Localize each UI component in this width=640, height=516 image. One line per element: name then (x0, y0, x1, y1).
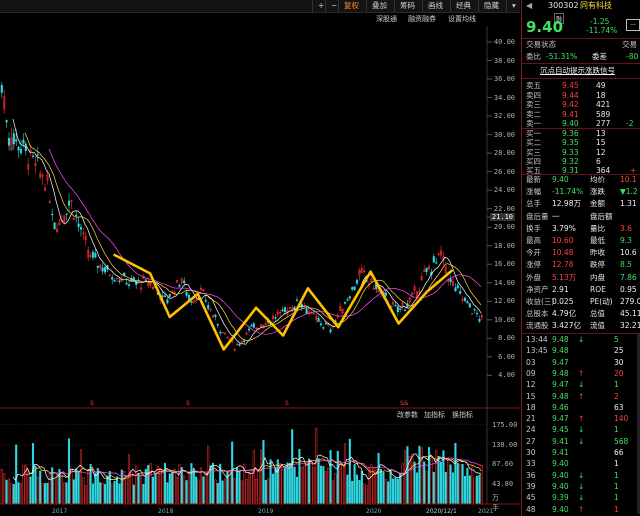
stat-row: 最新 9.40 均价 10.1 (526, 175, 637, 184)
stat-row: 今开 10.48 昨收 10.6 (526, 248, 637, 258)
tick-row: 12 9.47 ↓ 1 (526, 380, 619, 390)
tick-row: 21 9.47 ↑ 140 (526, 414, 629, 424)
tick-row: 48 9.40 ↑ 1 (526, 504, 619, 514)
y-tick-label: 40.00 (493, 38, 515, 46)
x-tick-label: 2017 (52, 508, 68, 515)
stat-row: 流通股 3.427亿 流值 32.21 (526, 321, 640, 331)
volume-tick-label: 175.00 (492, 420, 518, 429)
y-tick-label: 6.00 (498, 352, 515, 361)
signal-mark: S (90, 400, 94, 407)
x-tick-label: 2020 (366, 508, 382, 515)
x-tick-label: 2021 (478, 508, 494, 515)
stock-name: 同有科技 (580, 1, 612, 10)
latest-price: 9.40 (526, 18, 564, 36)
y-tick-label: 26.00 (493, 167, 515, 176)
tick-row: 33 9.40 1 (526, 459, 619, 469)
tick-row: 39 9.40 ↓ 1 (526, 481, 619, 491)
price-axis: 40.00 38.00 36.00 34.00 32.00 30.00 28.00 26.00… (0, 0, 520, 516)
stock-header: ◀ 300302 同有科技 (522, 0, 640, 12)
y-tick-label: 18.00 (493, 241, 515, 250)
add-indicator-button[interactable]: 加指标 (424, 410, 445, 420)
stat-row: 最高 10.60 最低 9.3 (526, 236, 632, 245)
y-tick-label: 8.00 (498, 334, 515, 343)
x-tick-label: 2019 (258, 508, 274, 515)
edit-params-button[interactable]: 改参数 (397, 410, 418, 420)
price-change-pct: -11.74% (586, 26, 618, 35)
stat-row: 涨幅 -11.74% 涨跌 ▼1.2 (526, 187, 638, 197)
tick-row: 03 9.47 30 (526, 357, 624, 367)
stat-row: 总股本 4.79亿 总值 45.11 (526, 309, 640, 319)
volume-tick-label: 87.60 (492, 460, 514, 469)
tick-row: 13:44 9.48 ↓ 5 (526, 335, 619, 344)
signal-mark: S (186, 400, 190, 407)
tick-row: 30 9.41 66 (526, 448, 624, 457)
order-ratio-row: 委比 -51.31% 委差 -80 (526, 52, 639, 61)
stock-code: 300302 (548, 1, 579, 10)
switch-indicator-button[interactable]: 换指标 (452, 410, 473, 420)
signal-mark: S& (400, 400, 409, 407)
y-tick-label: 12.00 (493, 297, 515, 306)
y-tick-label: 10.00 (493, 315, 515, 324)
tick-row: 09 9.48 ↑ 20 (526, 368, 624, 378)
stat-row: 盘后量一盘后额 (526, 211, 613, 221)
y-tick-label: 21.10 (489, 213, 515, 221)
y-tick-label: 20.00 (493, 223, 515, 232)
y-tick-label: 38.00 (493, 56, 515, 65)
y-tick-label: 14.00 (493, 278, 515, 287)
tick-row: 36 9.40 ↓ 1 (526, 470, 619, 480)
y-tick-label: 4.00 (498, 371, 515, 380)
chevron-left-icon[interactable]: ◀ (526, 0, 532, 12)
stat-row: 涨停 12.78 跌停 8.5 (526, 260, 632, 270)
kline-chart-panel[interactable]: + − 复权 叠加 筹码 画线 经典 隐藏 ▾ 深股通 融资融券 设置均线 40… (0, 0, 520, 516)
y-tick-label: 30.00 (493, 130, 515, 139)
auto-signal-link[interactable]: 沉点自动提示涨跌信号 (522, 65, 640, 76)
stat-row: 净资产 2.91 ROE 0.95 (526, 284, 637, 294)
y-tick-label: 24.00 (493, 186, 515, 195)
stat-row: 总手 12.98万 金额 1.31 (526, 199, 637, 209)
volume-tick-label: 43.80 (492, 480, 514, 489)
trade-status-row: 交易状态 交易 (526, 40, 637, 49)
tick-row: 24 9.45 ↓ 1 (526, 425, 619, 435)
tick-row: 18 9.46 63 (526, 402, 624, 412)
volume-tick-label: 130.00 (492, 440, 518, 449)
price-change: -1.25 (590, 17, 610, 26)
x-tick-label: 2020/12/1 (426, 508, 457, 515)
stat-row: 换手 3.79% 量比 3.6 (526, 223, 632, 233)
y-tick-label: 16.00 (493, 260, 515, 269)
minimize-icon[interactable]: — (626, 19, 640, 31)
quote-panel: ◀ 300302 同有科技 融 9.40 -1.25 -11.74% — 交易状… (521, 0, 640, 516)
y-tick-label: 28.00 (493, 149, 515, 158)
y-tick-label: 22.00 (493, 204, 515, 213)
tick-row: 15 9.48 ↑ 2 (526, 391, 619, 401)
tick-row: 13:45 9.48 25 (526, 346, 624, 356)
stat-row: 外盘 5.13万 内盘 7.86 (526, 272, 637, 282)
y-tick-label: 36.00 (493, 75, 515, 84)
tick-row: 27 9.41 ↓ 568 (526, 436, 629, 446)
x-tick-label: 2018 (158, 508, 174, 515)
tick-row: 45 9.39 ↓ 1 (526, 493, 619, 503)
stat-row: 收益(三) 0.025 PE(动) 279.0 (526, 297, 640, 306)
signal-mark: S (285, 400, 289, 407)
y-tick-label: 32.00 (493, 112, 515, 121)
y-tick-label: 34.00 (493, 93, 515, 102)
